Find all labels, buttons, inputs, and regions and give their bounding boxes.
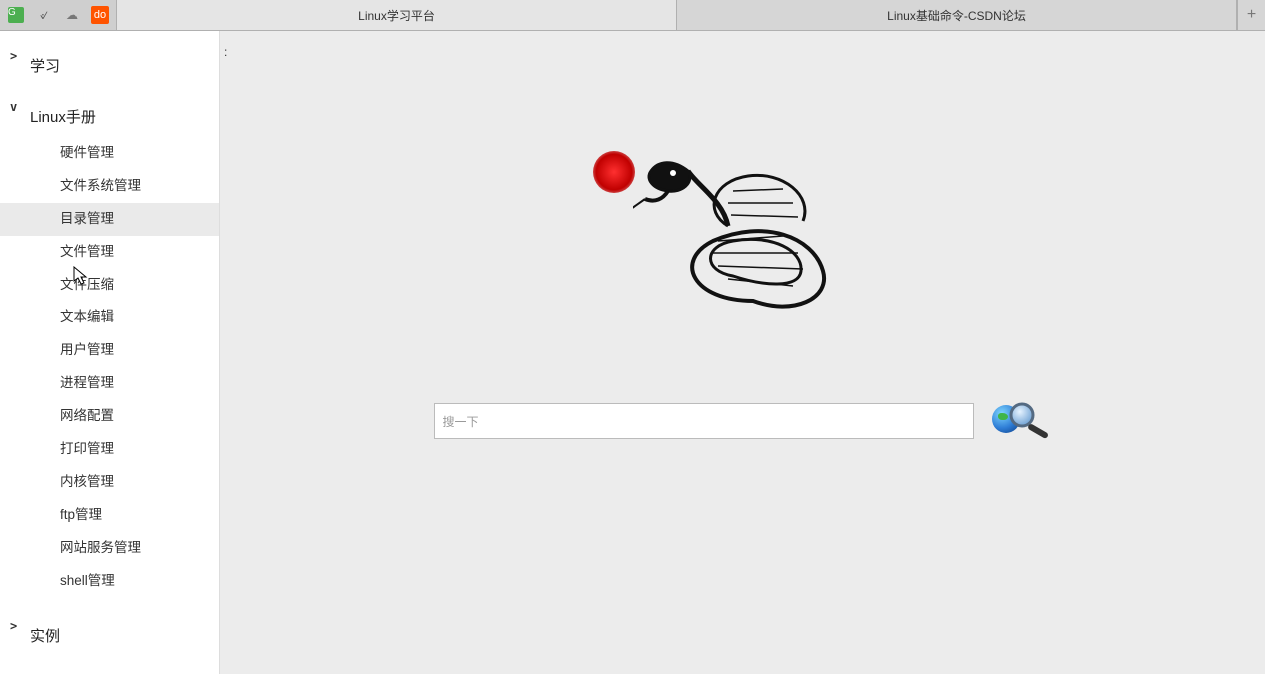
- tab-csdn-forum[interactable]: Linux基础命令-CSDN论坛: [677, 0, 1237, 30]
- sidebar-item-label: 用户管理: [60, 342, 114, 357]
- search-input[interactable]: 搜一下: [434, 403, 974, 439]
- sidebar-item-print[interactable]: 打印管理: [0, 433, 219, 466]
- sidebar-item-file[interactable]: 文件管理: [0, 236, 219, 269]
- sidebar-header-linux-manual[interactable]: Linux手册: [0, 100, 219, 133]
- sidebar-item-label: 内核管理: [60, 474, 114, 489]
- sidebar-header-examples[interactable]: 实例: [0, 619, 219, 652]
- sidebar-item-filesystem[interactable]: 文件系统管理: [0, 170, 219, 203]
- sidebar-section-examples: > 实例: [0, 601, 219, 652]
- sidebar-section-study: > 学习: [0, 31, 219, 82]
- tab-label: Linux学习平台: [358, 7, 435, 24]
- snake-logo: [593, 141, 893, 341]
- logo-zone: [220, 141, 1265, 341]
- sidebar-item-label: 文本编辑: [60, 309, 114, 324]
- chevron-right-icon: >: [10, 619, 17, 633]
- sidebar-header-label: Linux手册: [30, 106, 96, 127]
- sidebar-item-directory[interactable]: 目录管理: [0, 203, 219, 236]
- sidebar-item-website[interactable]: 网站服务管理: [0, 532, 219, 565]
- sidebar-item-kernel[interactable]: 内核管理: [0, 466, 219, 499]
- favicon-bird-icon[interactable]: ୰: [34, 5, 54, 25]
- sidebar-header-label: 实例: [30, 625, 60, 646]
- favicon-green-icon[interactable]: G: [8, 7, 24, 23]
- colon-mark: :: [224, 45, 227, 59]
- chevron-down-icon: v: [10, 100, 17, 114]
- sidebar-item-label: 文件系统管理: [60, 178, 141, 193]
- search-button[interactable]: [992, 401, 1052, 441]
- sidebar-item-label: 文件压缩: [60, 277, 114, 292]
- sidebar-header-label: 学习: [30, 55, 60, 76]
- sidebar-item-label: ftp管理: [60, 507, 102, 522]
- main-content: :: [220, 31, 1265, 674]
- red-dot-icon: [593, 151, 635, 193]
- sidebar-item-process[interactable]: 进程管理: [0, 367, 219, 400]
- snake-icon: [633, 141, 883, 341]
- new-tab-button[interactable]: +: [1237, 0, 1265, 30]
- magnifier-icon: [1006, 401, 1056, 441]
- favicon-do-icon[interactable]: do: [91, 6, 109, 24]
- sidebar-item-compress[interactable]: 文件压缩: [0, 269, 219, 302]
- chevron-right-icon: >: [10, 49, 17, 63]
- sidebar-item-label: 网站服务管理: [60, 540, 141, 555]
- sidebar-items-linux-manual: 硬件管理 文件系统管理 目录管理 文件管理 文件压缩 文本编辑 用户管理 进程管…: [0, 133, 219, 601]
- plus-icon: +: [1247, 6, 1256, 24]
- tab-label: Linux基础命令-CSDN论坛: [887, 7, 1026, 24]
- sidebar-item-shell[interactable]: shell管理: [0, 565, 219, 598]
- sidebar[interactable]: > 学习 v Linux手册 硬件管理 文件系统管理 目录管理 文件管理 文件压…: [0, 31, 220, 674]
- sidebar-item-label: 打印管理: [60, 441, 114, 456]
- browser-tab-bar: G ୰ ☁ do Linux学习平台 Linux基础命令-CSDN论坛 +: [0, 0, 1265, 31]
- sidebar-item-user[interactable]: 用户管理: [0, 334, 219, 367]
- sidebar-section-linux-manual: v Linux手册 硬件管理 文件系统管理 目录管理 文件管理 文件压缩 文本编…: [0, 82, 219, 601]
- sidebar-header-study[interactable]: 学习: [0, 49, 219, 82]
- sidebar-item-label: 硬件管理: [60, 145, 114, 160]
- tab-linux-learning[interactable]: Linux学习平台: [117, 0, 677, 30]
- search-zone: 搜一下: [220, 401, 1265, 441]
- sidebar-item-label: shell管理: [60, 573, 115, 588]
- sidebar-item-label: 进程管理: [60, 375, 114, 390]
- sidebar-item-network[interactable]: 网络配置: [0, 400, 219, 433]
- sidebar-item-label: 目录管理: [60, 211, 114, 226]
- search-placeholder: 搜一下: [443, 413, 479, 430]
- sidebar-item-ftp[interactable]: ftp管理: [0, 499, 219, 532]
- favicon-cluster: G ୰ ☁ do: [0, 0, 117, 30]
- sidebar-item-hardware[interactable]: 硬件管理: [0, 137, 219, 170]
- sidebar-item-text-edit[interactable]: 文本编辑: [0, 301, 219, 334]
- sidebar-item-label: 网络配置: [60, 408, 114, 423]
- sidebar-item-label: 文件管理: [60, 244, 114, 259]
- favicon-cloud-icon[interactable]: ☁: [62, 5, 82, 25]
- content-area: > 学习 v Linux手册 硬件管理 文件系统管理 目录管理 文件管理 文件压…: [0, 31, 1265, 674]
